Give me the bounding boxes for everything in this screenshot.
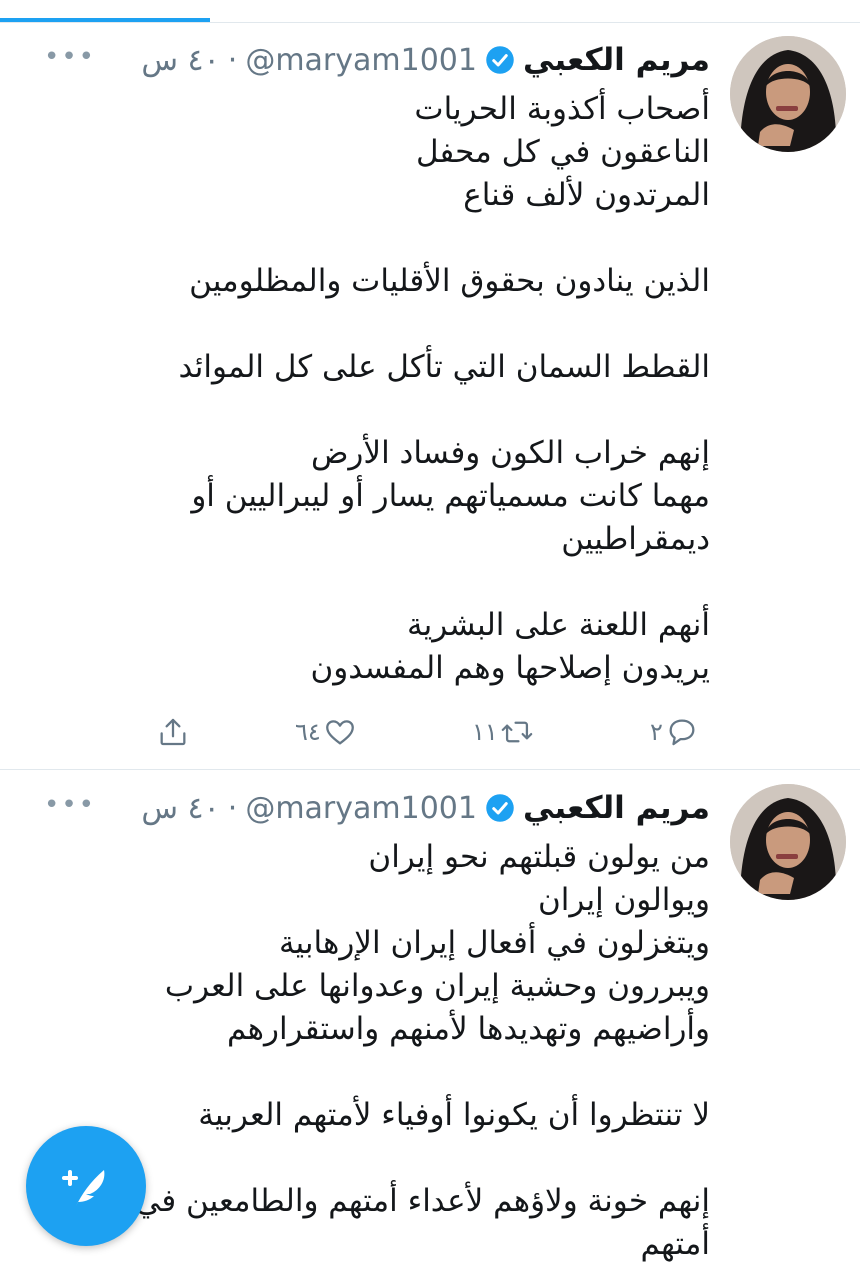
tweet-line	[150, 303, 710, 346]
tweet-timestamp[interactable]: ٤٠ س	[141, 791, 219, 826]
tweet-text: من يولون قبلتهم نحو إيران ويوالون إيران …	[135, 836, 711, 1266]
tweet-line	[150, 1137, 710, 1180]
author-handle[interactable]: @maryam1001	[245, 43, 477, 78]
avatar[interactable]	[730, 784, 846, 900]
tweet-header: مريم الكعبي @maryam1001 · ٤٠ س	[141, 782, 710, 834]
header-separator: ·	[227, 42, 238, 78]
like-button[interactable]: ٦٤	[295, 710, 357, 754]
share-button[interactable]	[156, 710, 190, 754]
tweet-line	[150, 561, 710, 604]
share-icon	[160, 718, 186, 746]
tweet-line: أصحاب أكذوبة الحريات	[414, 91, 710, 127]
tweet-line	[150, 1051, 710, 1094]
tweet-line: الذين ينادون بحقوق الأقليات والمظلومين	[189, 263, 710, 299]
compose-tweet-icon	[62, 1170, 105, 1206]
tweet-text: أصحاب أكذوبة الحريات الناعقون في كل محفل…	[150, 88, 710, 690]
reply-count: ٢	[650, 718, 663, 746]
reply-icon	[669, 719, 695, 746]
tweet-line: إنهم خونة ولاؤهم لأعداء أمتهم والطامعين …	[135, 1183, 710, 1219]
reply-button[interactable]: ٢	[650, 710, 699, 754]
tweet-line	[150, 389, 710, 432]
author-name[interactable]: مريم الكعبي	[523, 42, 710, 78]
retweet-count: ١١	[472, 718, 498, 746]
tweet-line: أنهم اللعنة على البشرية	[407, 607, 710, 643]
tweet-line: المرتدون لألف قناع	[463, 177, 710, 213]
tweet-line: أمتهم	[640, 1226, 711, 1262]
tweet-line: ويوالون إيران	[537, 882, 710, 918]
verified-badge-icon	[486, 794, 514, 822]
tweet-line: إنهم خراب الكون وفساد الأرض	[310, 435, 710, 471]
tweet-timestamp[interactable]: ٤٠ س	[141, 43, 219, 78]
tweet-header: مريم الكعبي @maryam1001 · ٤٠ س	[141, 34, 710, 86]
tweet-line	[150, 217, 710, 260]
tweet-line: القطط السمان التي تأكل على كل الموائد	[178, 349, 710, 385]
more-options-icon[interactable]: •••	[44, 44, 96, 70]
compose-tweet-button[interactable]	[26, 1126, 146, 1246]
header-separator: ·	[227, 790, 238, 826]
active-tab-underline	[0, 18, 210, 22]
avatar[interactable]	[730, 36, 846, 152]
verified-badge-icon	[486, 46, 514, 74]
tweet-line: مهما كانت مسمياتهم يسار أو ليبراليين أو	[191, 478, 710, 514]
retweet-icon	[501, 721, 533, 743]
tweet-line: الناعقون في كل محفل	[415, 134, 710, 170]
author-name[interactable]: مريم الكعبي	[523, 790, 710, 826]
tweet-line: وأراضيهم وتهديدها لأمنهم واستقرارهم	[227, 1011, 710, 1047]
more-options-icon[interactable]: •••	[44, 792, 96, 818]
top-tab-indicator-bar	[0, 0, 860, 23]
tweet-line: ديمقراطيين	[561, 521, 710, 557]
tweet-line: ويبررون وحشية إيران وعدوانها على العرب	[164, 968, 710, 1004]
tweet-card[interactable]: ••• مريم الكعبي @maryam1001 · ٤٠ س أصحاب…	[0, 24, 860, 770]
retweet-button[interactable]: ١١	[472, 710, 534, 754]
tweet-line: يريدون إصلاحها وهم المفسدون	[310, 650, 710, 686]
tweet-line: لا تنتظروا أن يكونوا أوفياء لأمتهم العرب…	[198, 1097, 710, 1133]
author-handle[interactable]: @maryam1001	[245, 791, 477, 826]
tweet-line: من يولون قبلتهم نحو إيران	[368, 839, 710, 875]
tweet-actions: ٢ ١١ ٦٤	[150, 710, 710, 754]
heart-icon	[325, 720, 354, 745]
like-count: ٦٤	[295, 718, 321, 746]
tweet-line: ويتغزلون في أفعال إيران الإرهابية	[278, 925, 710, 961]
